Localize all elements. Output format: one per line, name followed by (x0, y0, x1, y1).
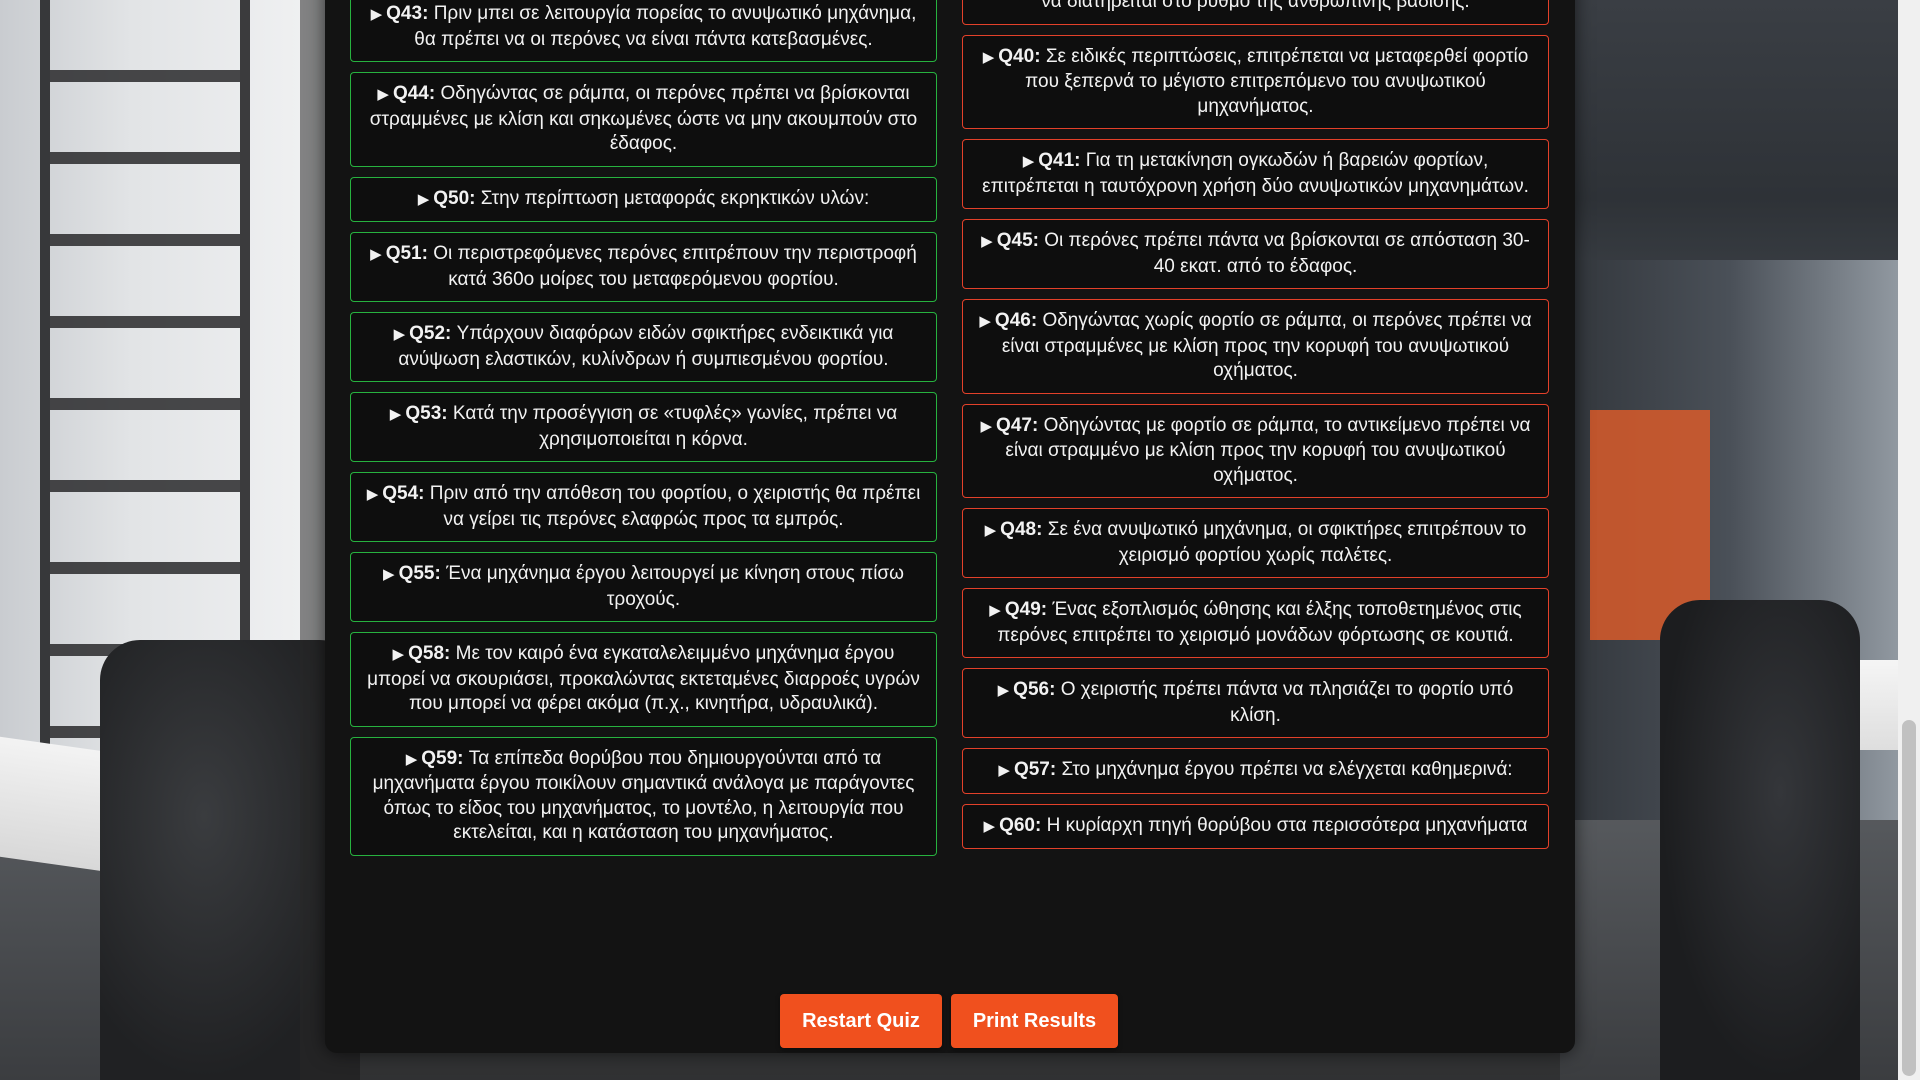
question-card[interactable]: ▶ Q60: Η κυρίαρχη πηγή θορύβου στα περισσ… (962, 803, 1549, 849)
question-number: Q50: (433, 187, 476, 209)
expand-triangle-icon: ▶ (370, 6, 383, 23)
question-text: Στην περίπτωση μεταφοράς εκρηκτικών υλών… (480, 187, 870, 209)
question-card[interactable]: ▶ Q51: Οι περιστρεφόμενες περόνες επιτρέπ… (350, 232, 937, 302)
question-number: Q55: (398, 563, 441, 584)
question-text: Υπάρχουν διαφόρων ειδών σφικτήρες ενδεικ… (398, 323, 894, 370)
question-text: Οδηγώντας σε ράμπα, οι περόνες πρέπει να… (369, 83, 918, 154)
question-text: Ένα μηχάνημα έργου λειτουργεί με κίνηση … (446, 563, 904, 610)
question-text: Με τον καιρό ένα εγκαταλελειμμένο μηχάνη… (367, 643, 920, 714)
question-text: να διατηρείται στο ρυθμό της ανθρώπινης … (1041, 0, 1470, 12)
question-card[interactable]: ▶ Q53: Κατά την προσέγγιση σε «τυφλές» γω… (350, 392, 937, 462)
question-card[interactable]: ▶ Q49: Ένας εξοπλισμός ώθησης και έλξης τ… (962, 588, 1549, 658)
print-results-button[interactable]: Print Results (951, 994, 1118, 1048)
question-number: Q54: (382, 483, 425, 504)
question-number: Q48: (1000, 519, 1043, 540)
question-text: Ένας εξοπλισμός ώθησης και έλξης τοποθετ… (997, 599, 1522, 646)
question-card[interactable]: ▶ Q44: Οδηγώντας σε ράμπα, οι περόνες πρέ… (350, 72, 937, 167)
question-number: Q57: (1013, 759, 1057, 780)
expand-triangle-icon: ▶ (405, 750, 418, 768)
question-text: Σε ένα ανυψωτικό μηχάνημα, οι σφικτήρες … (1047, 519, 1527, 566)
question-card[interactable]: ▶ Q55: Ένα μηχάνημα έργου λειτουργεί με κ… (350, 552, 937, 622)
question-number: Q49: (1004, 599, 1048, 620)
question-text: Πριν από την απόθεση του φορτίου, ο χειρ… (429, 483, 921, 530)
question-text: Κατά την προσέγγιση σε «τυφλές» γωνίες, … (452, 403, 898, 450)
expand-triangle-icon: ▶ (980, 417, 993, 435)
question-text: Ο χειριστής πρέπει πάντα να πλησιάζει το… (1060, 679, 1514, 726)
question-card[interactable]: να διατηρείται στο ρυθμό της ανθρώπινης … (962, 0, 1549, 25)
expand-triangle-icon: ▶ (383, 566, 395, 583)
expand-triangle-icon: ▶ (984, 522, 997, 539)
question-card[interactable]: ▶ Q59: Τα επίπεδα θορύβου που δημιουργούν… (350, 736, 937, 856)
question-number: Q41: (1038, 150, 1081, 171)
expand-triangle-icon: ▶ (989, 602, 1001, 619)
expand-triangle-icon: ▶ (417, 190, 430, 208)
question-number: Q58: (408, 643, 451, 664)
question-number: Q44: (392, 83, 436, 104)
question-card[interactable]: ▶ Q47: Οδηγώντας με φορτίο σε ράμπα, το α… (962, 403, 1549, 498)
question-card[interactable]: ▶ Q43: Πριν μπει σε λειτουργία πορείας το… (350, 0, 937, 62)
question-number: Q43: (386, 3, 429, 24)
expand-triangle-icon: ▶ (370, 246, 382, 263)
question-card[interactable]: ▶ Q50: Στην περίπτωση μεταφοράς εκρηκτικώ… (350, 176, 937, 222)
expand-triangle-icon: ▶ (392, 646, 405, 663)
right-question-column: να διατηρείται στο ρυθμό της ανθρώπινης … (962, 0, 1549, 859)
left-question-column: ▶ Q43: Πριν μπει σε λειτουργία πορείας το… (350, 0, 937, 866)
expand-triangle-icon: ▶ (981, 233, 993, 250)
restart-quiz-button[interactable]: Restart Quiz (780, 994, 942, 1048)
question-card[interactable]: ▶ Q52: Υπάρχουν διαφόρων ειδών σφικτήρες … (350, 312, 937, 382)
question-number: Q53: (405, 403, 448, 424)
question-number: Q40: (998, 45, 1041, 67)
expand-triangle-icon: ▶ (983, 817, 996, 835)
question-card[interactable]: ▶ Q56: Ο χειριστής πρέπει πάντα να πλησιά… (962, 668, 1549, 738)
question-card[interactable]: ▶ Q46: Οδηγώντας χωρίς φορτίο σε ράμπα, ο… (962, 299, 1549, 394)
question-text: Πριν μπει σε λειτουργία πορείας το ανυψω… (414, 3, 917, 50)
background-chair (1660, 600, 1860, 1080)
question-number: Q60: (999, 814, 1042, 836)
expand-triangle-icon: ▶ (979, 313, 991, 330)
question-text: Στο μηχάνημα έργου πρέπει να ελέγχεται κ… (1061, 759, 1513, 780)
question-card[interactable]: ▶ Q58: Με τον καιρό ένα εγκαταλελειμμένο … (350, 632, 937, 727)
expand-triangle-icon: ▶ (389, 406, 402, 423)
question-text: Σε ειδικές περιπτώσεις, επιτρέπεται να μ… (1025, 45, 1529, 117)
vertical-scrollbar[interactable] (1898, 0, 1920, 1080)
expand-triangle-icon: ▶ (377, 86, 389, 103)
question-text: Οδηγώντας χωρίς φορτίο σε ράμπα, οι περό… (1001, 310, 1532, 381)
expand-triangle-icon: ▶ (1022, 153, 1035, 170)
question-text: Οδηγώντας με φορτίο σε ράμπα, το αντικεί… (1005, 414, 1531, 486)
question-number: Q47: (996, 414, 1039, 436)
question-card[interactable]: ▶ Q54: Πριν από την απόθεση του φορτίου, … (350, 472, 937, 542)
expand-triangle-icon: ▶ (393, 326, 406, 343)
question-number: Q45: (996, 230, 1039, 251)
question-text: Η κυρίαρχη πηγή θορύβου στα περισσότερα … (1046, 814, 1528, 836)
question-card[interactable]: ▶ Q48: Σε ένα ανυψωτικό μηχάνημα, οι σφικ… (962, 508, 1549, 578)
expand-triangle-icon: ▶ (366, 486, 379, 503)
question-number: Q51: (385, 243, 428, 264)
scrollbar-thumb[interactable] (1902, 720, 1916, 1076)
question-text: Οι περιστρεφόμενες περόνες επιτρέπουν τη… (433, 243, 917, 290)
results-panel: ▶ Q43: Πριν μπει σε λειτουργία πορείας το… (325, 0, 1575, 1053)
question-card[interactable]: ▶ Q45: Οι περόνες πρέπει πάντα να βρίσκον… (962, 219, 1549, 289)
question-number: Q59: (421, 747, 464, 769)
question-number: Q46: (994, 310, 1038, 331)
question-number: Q56: (1013, 679, 1056, 700)
expand-triangle-icon: ▶ (982, 48, 995, 66)
expand-triangle-icon: ▶ (997, 682, 1010, 699)
question-card[interactable]: ▶ Q41: Για τη μετακίνηση ογκωδών ή βαρειώ… (962, 139, 1549, 209)
question-number: Q52: (409, 323, 452, 344)
question-card[interactable]: ▶ Q40: Σε ειδικές περιπτώσεις, επιτρέπετα… (962, 34, 1549, 129)
question-card[interactable]: ▶ Q57: Στο μηχάνημα έργου πρέπει να ελέγχ… (962, 748, 1549, 794)
expand-triangle-icon: ▶ (998, 762, 1010, 779)
question-text: Οι περόνες πρέπει πάντα να βρίσκονται σε… (1044, 230, 1530, 277)
